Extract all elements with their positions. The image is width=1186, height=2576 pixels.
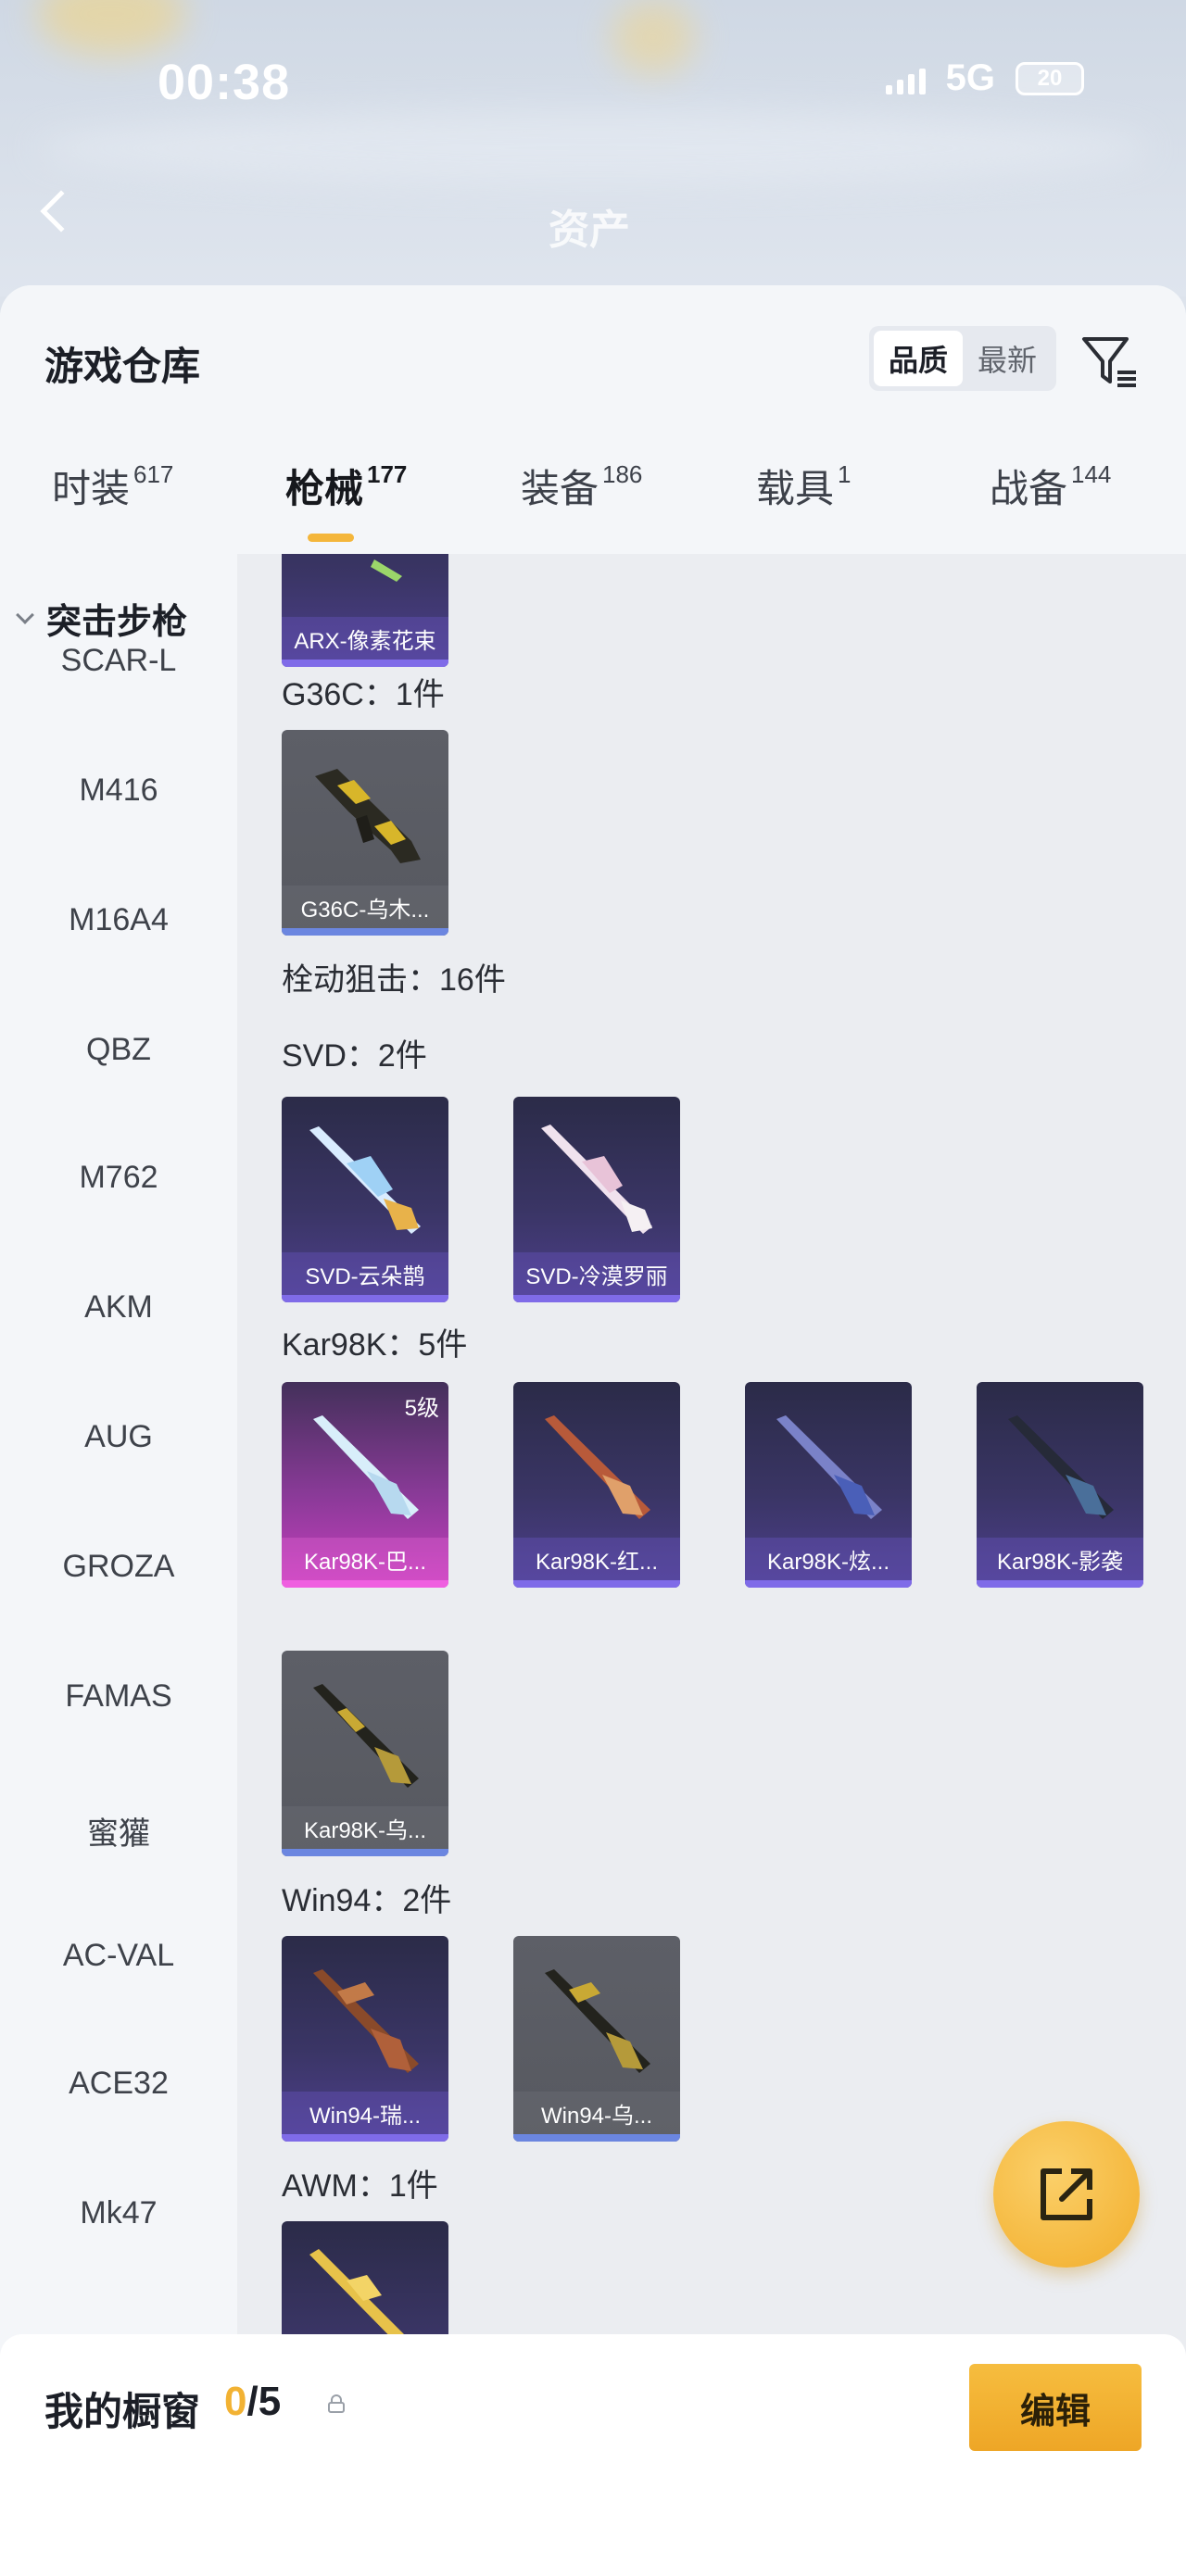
weapon-card-kar98k-4[interactable]: Kar98K-影袭 <box>977 1382 1143 1588</box>
weapon-card-kar98k-3[interactable]: Kar98K-炫... <box>745 1382 912 1588</box>
tab-equipment[interactable]: 装备 186 <box>521 458 642 514</box>
sidebar-item-groza[interactable]: GROZA <box>0 1549 237 1585</box>
card-label: SVD-云朵鹊 <box>282 1252 448 1295</box>
tab-vehicles[interactable]: 载具 1 <box>756 458 851 514</box>
sidebar-item-famas[interactable]: FAMAS <box>0 1678 237 1715</box>
sidebar-item-ac-val[interactable]: AC-VAL <box>0 1938 237 1974</box>
tab-label: 战备 <box>990 467 1068 510</box>
weapon-card-kar98k-1[interactable]: 5级 Kar98K-巴... <box>282 1382 448 1588</box>
sidebar-group-assault-rifle[interactable]: 突击步枪 <box>16 593 188 644</box>
background-header: 00:38 5G 20 资产 <box>0 0 1186 296</box>
tab-count: 177 <box>367 460 408 488</box>
showcase-count: 0/5 <box>224 2379 281 2425</box>
card-quality-bar <box>282 2134 448 2142</box>
sheet-header: 游戏仓库 品质 最新 时装 617 枪械 177 装备 186 载具 1 战备 … <box>0 285 1186 554</box>
card-label: Kar98K-炫... <box>745 1538 912 1580</box>
status-indicators: 5G 20 <box>885 57 1084 99</box>
sidebar-item-m416[interactable]: M416 <box>0 773 237 809</box>
card-label: Win94-乌... <box>513 2092 680 2134</box>
card-level-badge: 5级 <box>404 1396 439 1421</box>
card-quality-bar <box>745 1580 912 1588</box>
showcase-current: 0 <box>224 2379 247 2424</box>
section-title-win94: Win94：2件 <box>282 1883 452 1918</box>
weapon-card-svd-1[interactable]: SVD-云朵鹊 <box>282 1097 448 1302</box>
lock-icon <box>328 2394 345 2413</box>
section-title-bolt-sniper: 栓动狙击：16件 <box>282 962 506 998</box>
active-tab-indicator <box>308 534 354 542</box>
page-title: 游戏仓库 <box>44 345 201 388</box>
showcase-bar: 我的橱窗 0/5 编辑 <box>0 2334 1186 2576</box>
back-icon[interactable] <box>40 190 82 232</box>
share-button[interactable] <box>993 2121 1140 2268</box>
section-title-g36c: G36C：1件 <box>282 677 445 712</box>
sidebar-item-scar-l[interactable]: SCAR-L <box>0 643 237 679</box>
sidebar-item-akm[interactable]: AKM <box>0 1289 237 1326</box>
weapon-card-kar98k-2[interactable]: Kar98K-红... <box>513 1382 680 1588</box>
weapon-card-g36c[interactable]: G36C-乌木... <box>282 730 448 936</box>
signal-icon <box>885 63 926 94</box>
tab-battle-gear[interactable]: 战备 144 <box>990 458 1111 514</box>
section-title-svd: SVD：2件 <box>282 1038 427 1074</box>
showcase-label: 我的橱窗 <box>44 2390 201 2433</box>
section-title-kar98k: Kar98K：5件 <box>282 1327 468 1363</box>
tab-label: 载具 <box>756 467 835 510</box>
tab-count: 617 <box>133 460 174 488</box>
sort-option-quality[interactable]: 品质 <box>874 331 963 386</box>
status-time: 00:38 <box>158 55 291 110</box>
tab-count: 186 <box>602 460 643 488</box>
sidebar-item-qbz[interactable]: QBZ <box>0 1032 237 1068</box>
tab-label: 时装 <box>52 467 131 510</box>
sidebar-group-label: 突击步枪 <box>46 603 188 642</box>
tab-label: 装备 <box>521 467 599 510</box>
sidebar-item-aug[interactable]: AUG <box>0 1419 237 1455</box>
weapon-card-kar98k-5[interactable]: Kar98K-乌... <box>282 1651 448 1856</box>
card-quality-bar <box>282 1580 448 1588</box>
weapon-card-win94-1[interactable]: Win94-瑞... <box>282 1936 448 2142</box>
card-quality-bar <box>282 1295 448 1302</box>
sidebar-item-mk47[interactable]: Mk47 <box>0 2195 237 2231</box>
network-type: 5G <box>945 57 995 98</box>
card-label: Kar98K-红... <box>513 1538 680 1580</box>
share-icon <box>1041 2168 1092 2220</box>
card-quality-bar <box>282 1849 448 1856</box>
card-quality-bar <box>282 928 448 936</box>
card-quality-bar <box>282 660 448 667</box>
card-quality-bar <box>513 2134 680 2142</box>
card-quality-bar <box>977 1580 1143 1588</box>
weapon-card-svd-2[interactable]: SVD-冷漠罗丽 <box>513 1097 680 1302</box>
weapon-card-win94-2[interactable]: Win94-乌... <box>513 1936 680 2142</box>
category-tabs: 时装 617 枪械 177 装备 186 载具 1 战备 144 <box>0 458 1186 550</box>
sidebar-item-honey-badger[interactable]: 蜜獾 <box>0 1808 237 1853</box>
card-label: Win94-瑞... <box>282 2092 448 2134</box>
sort-option-newest[interactable]: 最新 <box>963 331 1052 386</box>
sidebar-item-m16a4[interactable]: M16A4 <box>0 902 237 938</box>
weapon-card-arx[interactable]: ARX-像素花束 <box>282 554 448 667</box>
showcase-total: /5 <box>246 2379 282 2424</box>
tab-fashion[interactable]: 时装 617 <box>52 458 173 514</box>
filter-icon[interactable] <box>1079 332 1140 393</box>
chevron-down-icon <box>16 605 34 624</box>
card-label: SVD-冷漠罗丽 <box>513 1252 680 1295</box>
weapon-type-sidebar: 突击步枪 SCAR-L M416 M16A4 QBZ M762 AKM AUG … <box>0 554 237 2576</box>
sidebar-item-m762[interactable]: M762 <box>0 1160 237 1196</box>
battery-icon: 20 <box>1016 61 1084 95</box>
warehouse-sheet: 游戏仓库 品质 最新 时装 617 枪械 177 装备 186 载具 1 战备 … <box>0 285 1186 2576</box>
tab-count: 1 <box>838 460 852 488</box>
tab-weapons[interactable]: 枪械 177 <box>285 458 407 514</box>
weapon-list: ARX-像素花束 G36C：1件 G36C-乌木... 栓动狙击：16件 SVD… <box>237 554 1186 2576</box>
tab-count: 144 <box>1071 460 1112 488</box>
section-title-awm: AWM：1件 <box>282 2168 438 2204</box>
sidebar-item-ace32[interactable]: ACE32 <box>0 2066 237 2102</box>
card-label: G36C-乌木... <box>282 886 448 928</box>
card-label: Kar98K-巴... <box>282 1538 448 1580</box>
asset-title: 资产 <box>549 207 630 253</box>
card-quality-bar <box>513 1580 680 1588</box>
card-label: Kar98K-影袭 <box>977 1538 1143 1580</box>
card-quality-bar <box>513 1295 680 1302</box>
card-label: Kar98K-乌... <box>282 1806 448 1849</box>
sort-toggle: 品质 最新 <box>869 326 1056 391</box>
tab-label: 枪械 <box>285 467 364 510</box>
edit-button[interactable]: 编辑 <box>969 2364 1142 2451</box>
card-label: ARX-像素花束 <box>282 617 448 660</box>
